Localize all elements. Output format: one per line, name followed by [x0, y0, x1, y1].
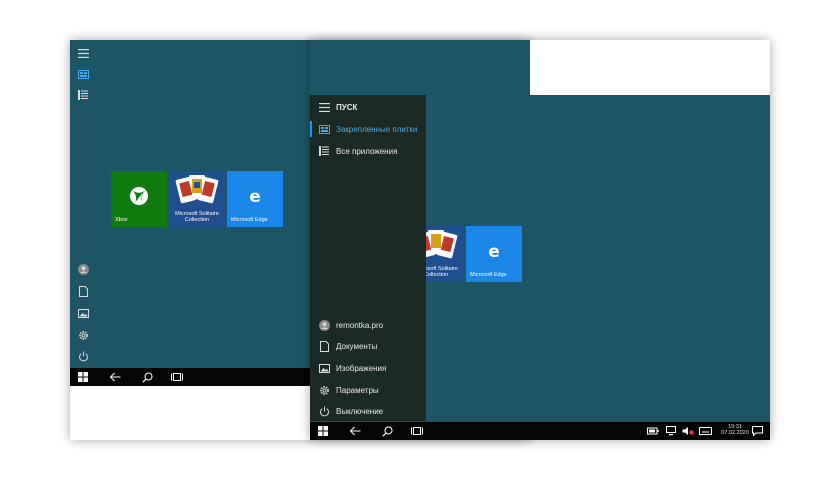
menu-item-pinned-tiles[interactable]: Закрепленные плитки — [310, 119, 426, 139]
power-icon[interactable] — [76, 349, 90, 363]
pinned-tiles-icon — [317, 122, 331, 136]
start-rail — [70, 40, 96, 368]
user-avatar-icon[interactable] — [76, 262, 90, 276]
tile-edge[interactable]: e Microsoft Edge — [227, 171, 283, 227]
white-area — [530, 40, 770, 95]
tile-label: Microsoft Edge — [231, 217, 268, 223]
windows-start-icon[interactable] — [316, 424, 330, 438]
menu-item-label: Изображения — [336, 363, 387, 373]
xbox-icon — [130, 187, 148, 205]
pictures-icon — [317, 361, 331, 375]
tile-solitaire[interactable]: Microsoft Solitaire Collection — [169, 171, 225, 227]
tile-xbox[interactable]: Xbox — [111, 171, 167, 227]
menu-item-images[interactable]: Изображения — [310, 358, 426, 378]
volume-muted-icon[interactable] — [681, 424, 695, 438]
menu-item-label: Закрепленные плитки — [336, 124, 418, 134]
menu-item-label: Выключение — [336, 406, 384, 416]
search-icon[interactable] — [140, 370, 154, 384]
menu-item-settings[interactable]: Параметры — [310, 380, 426, 400]
svg-text:e: e — [249, 187, 261, 205]
start-menu-title: ПУСК — [336, 102, 358, 112]
document-icon — [317, 339, 331, 353]
hamburger-icon — [317, 100, 331, 114]
gear-icon[interactable] — [76, 328, 90, 342]
back-arrow-icon[interactable] — [348, 424, 362, 438]
document-icon[interactable] — [76, 284, 90, 298]
notifications-icon[interactable] — [750, 424, 764, 438]
user-avatar-icon — [317, 318, 331, 332]
battery-icon[interactable] — [646, 424, 660, 438]
menu-item-power[interactable]: Выключение — [310, 401, 426, 421]
menu-item-all-apps[interactable]: Все приложения — [310, 141, 426, 161]
keyboard-icon[interactable] — [698, 424, 712, 438]
gear-icon — [317, 383, 331, 397]
menu-item-label: Все приложения — [336, 146, 398, 156]
all-apps-icon[interactable] — [76, 88, 90, 102]
start-menu-panel: ПУСК Закрепленные плитки Все приложения … — [310, 95, 426, 421]
tile-edge-2[interactable]: e Microsoft Edge — [466, 226, 522, 282]
menu-item-user[interactable]: remontka.pro — [310, 315, 426, 335]
hamburger-icon[interactable] — [76, 46, 90, 60]
windows-start-icon[interactable] — [76, 370, 90, 384]
tile-label: Microsoft Edge — [470, 272, 507, 278]
menu-item-label: remontka.pro — [336, 320, 384, 330]
task-view-icon[interactable] — [410, 424, 424, 438]
search-icon[interactable] — [380, 424, 394, 438]
menu-item-label: Параметры — [336, 385, 379, 395]
task-view-icon[interactable] — [170, 370, 184, 384]
active-indicator — [310, 121, 312, 137]
taskbar-right: 19:31 07.02.2020 — [310, 422, 770, 440]
back-arrow-icon[interactable] — [108, 370, 122, 384]
tile-label: Microsoft Solitaire Collection — [175, 211, 219, 223]
menu-item-documents[interactable]: Документы — [310, 336, 426, 356]
edge-icon: e — [488, 242, 500, 260]
pinned-tiles-icon[interactable] — [76, 67, 90, 81]
tile-label: Xbox — [115, 217, 128, 223]
pictures-icon[interactable] — [76, 306, 90, 320]
all-apps-icon — [317, 144, 331, 158]
power-icon — [317, 404, 331, 418]
network-icon[interactable] — [664, 424, 678, 438]
edge-icon: e — [249, 187, 261, 205]
menu-item-label: Документы — [336, 341, 378, 351]
playing-cards-icon — [175, 175, 219, 204]
svg-text:e: e — [488, 242, 500, 260]
taskbar-left — [70, 368, 310, 386]
start-menu-header[interactable]: ПУСК — [310, 97, 426, 117]
